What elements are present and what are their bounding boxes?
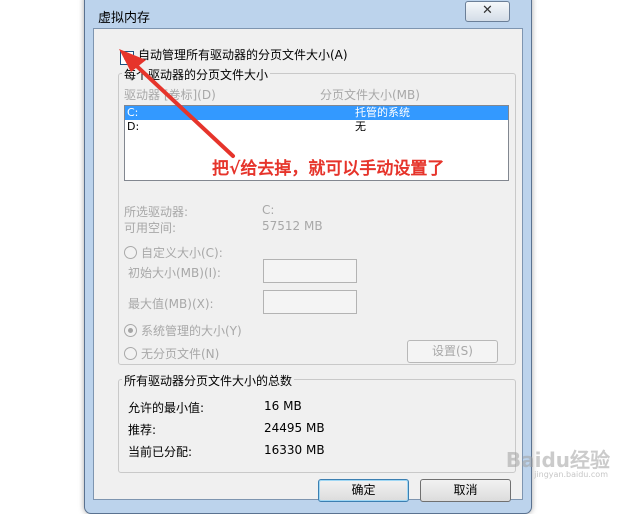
free-space-value: 57512 MB — [262, 219, 323, 233]
custom-size-radio-row[interactable]: 自定义大小(C): — [124, 244, 223, 261]
watermark-url: jingyan.baidu.com — [534, 470, 608, 479]
no-paging-radio[interactable] — [124, 347, 137, 360]
watermark-logo: Baidu经验 — [505, 448, 610, 472]
list-item[interactable]: C: 托管的系统 — [125, 106, 508, 120]
system-managed-radio-row[interactable]: 系统管理的大小(Y) — [124, 322, 242, 339]
system-managed-label[interactable]: 系统管理的大小(Y) — [141, 324, 242, 338]
auto-manage-label[interactable]: 自动管理所有驱动器的分页文件大小(A) — [138, 48, 348, 62]
recommended-label: 推荐: — [128, 423, 157, 437]
free-space-label: 可用空间: — [124, 221, 177, 235]
auto-manage-checkbox[interactable]: ✓ — [120, 51, 134, 65]
min-allowed-value: 16 MB — [264, 399, 302, 413]
drive-cell: D: — [127, 120, 140, 133]
ok-button[interactable]: 确定 — [318, 479, 409, 502]
custom-size-radio[interactable] — [124, 246, 137, 259]
totals-group-title: 所有驱动器分页文件大小的总数 — [122, 372, 295, 389]
selected-drive-label: 所选驱动器: — [124, 205, 189, 219]
system-managed-radio[interactable] — [124, 324, 137, 337]
window-title: 虚拟内存 — [98, 11, 151, 26]
max-size-label: 最大值(MB)(X): — [128, 297, 214, 311]
annotation-text: 把√给去掉，就可以手动设置了 — [212, 159, 445, 179]
current-allocated-value: 16330 MB — [264, 443, 325, 457]
selected-drive-value: C: — [262, 203, 275, 217]
set-button[interactable]: 设置(S) — [407, 340, 498, 363]
close-button[interactable]: ✕ — [465, 1, 510, 22]
drive-cell: C: — [127, 106, 139, 119]
current-allocated-label: 当前已分配: — [128, 445, 193, 459]
recommended-value: 24495 MB — [264, 421, 325, 435]
custom-size-label[interactable]: 自定义大小(C): — [141, 246, 223, 260]
column-header-drive: 驱动器 [卷标](D) — [124, 88, 216, 102]
min-allowed-label: 允许的最小值: — [128, 401, 205, 415]
initial-size-label: 初始大小(MB)(I): — [128, 266, 221, 280]
per-drive-group-title: 每个驱动器的分页文件大小 — [122, 66, 271, 83]
virtual-memory-dialog: 虚拟内存 ✕ ✓ 自动管理所有驱动器的分页文件大小(A) 每个驱动器的分页文件大小… — [84, 0, 532, 514]
dialog-client-area: ✓ 自动管理所有驱动器的分页文件大小(A) 每个驱动器的分页文件大小 驱动器 [卷… — [93, 28, 523, 502]
no-paging-radio-row[interactable]: 无分页文件(N) — [124, 345, 219, 362]
size-cell: 无 — [355, 120, 366, 133]
auto-manage-checkbox-row[interactable]: ✓ 自动管理所有驱动器的分页文件大小(A) — [120, 46, 348, 65]
list-item[interactable]: D: 无 — [125, 120, 508, 134]
max-size-input[interactable] — [263, 290, 357, 314]
cancel-button[interactable]: 取消 — [420, 479, 511, 502]
initial-size-input[interactable] — [263, 259, 357, 283]
column-header-size: 分页文件大小(MB) — [320, 88, 420, 102]
no-paging-label[interactable]: 无分页文件(N) — [141, 347, 219, 361]
size-cell: 托管的系统 — [355, 106, 410, 119]
baidu-watermark: Baidu经验 jingyan.baidu.com — [480, 440, 610, 480]
